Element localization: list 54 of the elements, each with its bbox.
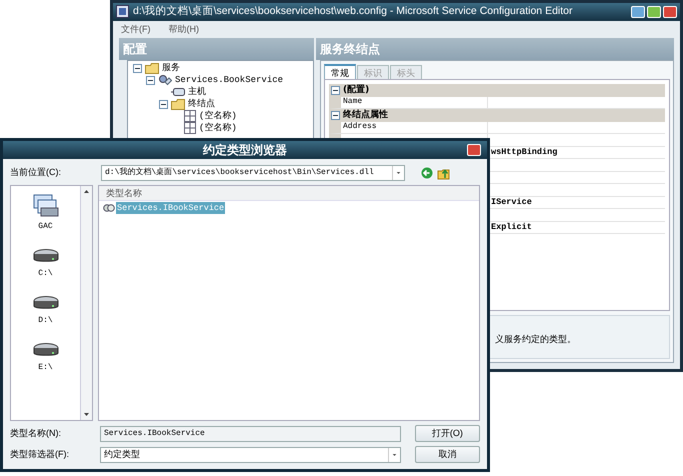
tree-item[interactable]: 终结点	[188, 98, 215, 110]
open-button[interactable]: 打开(O)	[414, 425, 480, 442]
grid-icon	[184, 122, 196, 134]
place-label[interactable]: D:\	[38, 315, 53, 327]
collapse-icon[interactable]	[331, 86, 340, 95]
type-filter-label: 类型筛选器(F):	[10, 448, 70, 461]
cancel-button[interactable]: 取消	[414, 446, 480, 463]
collapse-icon[interactable]	[331, 110, 340, 120]
windows-stack-icon	[32, 194, 58, 218]
interface-icon	[103, 203, 115, 213]
category-label: (配置)	[343, 84, 370, 96]
property-value[interactable]: wsHttpBinding	[491, 146, 558, 159]
property-name: Name	[343, 96, 362, 108]
panel-header: 配置	[119, 38, 314, 60]
collapse-icon[interactable]	[146, 76, 155, 84]
tree-item[interactable]: Services.BookService	[175, 74, 284, 86]
scrollbar[interactable]	[80, 186, 92, 420]
panel-header: 服务终结点	[316, 38, 674, 60]
description-text: 义服务约定的类型。	[495, 334, 576, 344]
tab[interactable]: 常规	[324, 64, 356, 79]
location-label: 当前位置(C):	[10, 166, 62, 180]
collapse-icon[interactable]	[159, 100, 168, 108]
location-combo[interactable]: d:\我的文档\桌面\services\bookservicehost\Bin\Services.dll	[101, 165, 405, 181]
menu-item[interactable]: 文件(F)	[121, 22, 150, 36]
menu-item[interactable]: 帮助(H)	[168, 22, 199, 36]
category-label: 终结点属性	[343, 109, 388, 122]
close-button[interactable]	[467, 144, 481, 156]
folder-icon	[145, 62, 159, 74]
tree-item[interactable]: (空名称)	[199, 110, 237, 122]
maximize-button[interactable]	[647, 6, 661, 18]
up-folder-icon[interactable]	[437, 166, 450, 180]
type-name-field[interactable]: Services.IBookService	[100, 426, 401, 442]
property-value[interactable]: Explicit	[491, 220, 532, 234]
tree-item[interactable]: 服务	[162, 62, 180, 74]
minimize-button[interactable]	[631, 6, 645, 18]
window-title: d:\我的文档\桌面\services\bookservicehost\web.config - Microsoft Service Configuration Editor	[133, 4, 574, 19]
place-label[interactable]: C:\	[38, 268, 53, 280]
host-icon	[171, 88, 185, 96]
tree-item[interactable]: 主机	[188, 86, 206, 98]
collapse-icon[interactable]	[133, 64, 142, 72]
property-value[interactable]: IService	[491, 196, 532, 209]
place-label[interactable]: GAC	[38, 221, 53, 233]
grid-icon	[184, 110, 196, 122]
property-name: Address	[343, 121, 377, 134]
app-icon	[116, 5, 129, 18]
window-title: 约定类型浏览器	[203, 142, 287, 159]
back-arrow-icon[interactable]	[421, 167, 433, 179]
tree-item[interactable]: (空名称)	[199, 122, 237, 134]
type-filter-combo[interactable]: 约定类型	[100, 446, 401, 462]
type-name-label: 类型名称(N):	[10, 426, 62, 440]
close-button[interactable]	[663, 6, 677, 18]
folder-icon	[171, 98, 185, 110]
column-header[interactable]: 类型名称	[99, 186, 479, 201]
place-label[interactable]: E:\	[38, 362, 53, 374]
